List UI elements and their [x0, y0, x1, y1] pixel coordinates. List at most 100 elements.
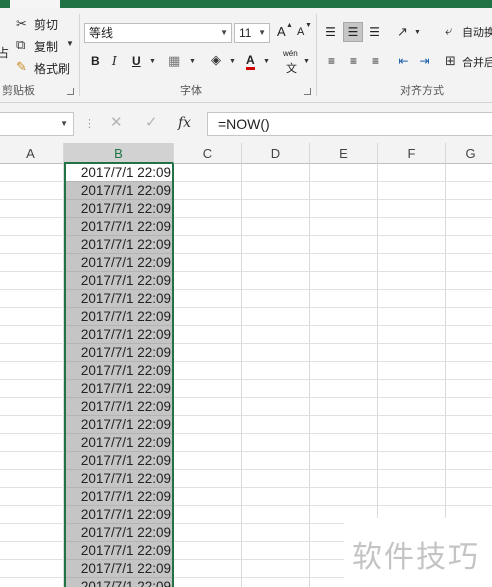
insert-function-button[interactable]: fx: [178, 115, 191, 131]
border-dropdown-icon[interactable]: ▼: [189, 58, 196, 65]
orientation-dropdown-icon[interactable]: ▼: [414, 29, 421, 36]
clipboard-group-label: 剪贴板: [2, 85, 35, 97]
drag-handle-icon[interactable]: ⋮: [84, 117, 95, 130]
chevron-down-icon[interactable]: ▼: [60, 119, 68, 128]
cancel-icon[interactable]: ✕: [110, 113, 123, 131]
phonetic-dropdown-icon[interactable]: ▼: [303, 58, 310, 65]
align-middle-button[interactable]: ☰: [343, 22, 363, 42]
align-center-button[interactable]: ≡: [344, 51, 363, 71]
decrease-indent-icon: ⇤: [398, 54, 409, 68]
cell-b[interactable]: 2017/7/1 22:09: [65, 236, 173, 254]
fill-dropdown-icon[interactable]: ▼: [229, 58, 236, 65]
align-right-icon: ≡: [371, 54, 379, 68]
phonetic-top[interactable]: wén: [283, 49, 298, 58]
font-launcher-icon[interactable]: [304, 88, 311, 95]
cell-b[interactable]: 2017/7/1 22:09: [65, 344, 173, 362]
cell-b[interactable]: 2017/7/1 22:09: [65, 506, 173, 524]
increase-indent-button[interactable]: ⇥: [415, 51, 434, 71]
cell-b[interactable]: 2017/7/1 22:09: [65, 470, 173, 488]
align-left-button[interactable]: ≡: [322, 51, 341, 71]
chevron-down-icon: ▼: [220, 28, 228, 37]
cell-b[interactable]: 2017/7/1 22:09: [65, 182, 173, 200]
paste-label-fragment[interactable]: 占: [0, 44, 9, 61]
bold-button[interactable]: B: [91, 54, 100, 68]
group-divider: [79, 14, 80, 96]
alignment-group-label: 对齐方式: [400, 85, 444, 97]
column-header-c[interactable]: C: [174, 143, 242, 164]
column-header-b[interactable]: B: [64, 143, 174, 164]
cell-b[interactable]: 2017/7/1 22:09: [65, 416, 173, 434]
cell-b[interactable]: 2017/7/1 22:09: [65, 398, 173, 416]
group-divider: [316, 14, 317, 96]
copy-icon[interactable]: ⧉: [16, 38, 25, 51]
copy-dropdown-icon[interactable]: ▼: [66, 40, 74, 48]
align-bottom-button[interactable]: ☰: [365, 22, 384, 42]
italic-button[interactable]: I: [112, 54, 117, 68]
cell-b[interactable]: 2017/7/1 22:09: [65, 362, 173, 380]
align-left-icon: ≡: [327, 54, 335, 68]
chevron-down-icon: ▼: [258, 28, 266, 37]
cell-b[interactable]: 2017/7/1 22:09: [65, 290, 173, 308]
clipboard-launcher-icon[interactable]: [67, 88, 74, 95]
cell-b[interactable]: 2017/7/1 22:09: [65, 272, 173, 290]
watermark: 软件技巧: [344, 518, 492, 587]
font-color-dropdown-icon[interactable]: ▼: [263, 58, 270, 65]
up-caret-icon: ▲: [286, 22, 293, 29]
formula-bar: ▼ ⋮ ✕ ✓ fx =NOW(): [0, 103, 492, 143]
cell-b[interactable]: 2017/7/1 22:09: [65, 308, 173, 326]
ribbon: 占 ✂ 剪切 ⧉ 复制 ▼ ✎ 格式刷 剪贴板 等线 ▼ 11 ▼ A ▲ A …: [0, 8, 492, 103]
underline-button[interactable]: U: [132, 54, 141, 68]
column-header-g[interactable]: G: [446, 143, 492, 164]
align-top-icon: ☰: [325, 25, 336, 39]
column-header-d[interactable]: D: [242, 143, 310, 164]
font-color-button[interactable]: A: [246, 54, 255, 70]
font-name-select[interactable]: 等线 ▼: [84, 23, 232, 43]
fill-color-icon[interactable]: ◈: [211, 53, 221, 66]
phonetic-button[interactable]: 文: [286, 60, 297, 76]
copy-button[interactable]: 复制: [34, 38, 58, 55]
format-painter-icon[interactable]: ✎: [16, 60, 27, 73]
align-bottom-icon: ☰: [369, 25, 380, 39]
cell-b[interactable]: 2017/7/1 22:09: [65, 488, 173, 506]
cell-b[interactable]: 2017/7/1 22:09: [65, 164, 173, 182]
column-header-f[interactable]: F: [378, 143, 446, 164]
column-header-a[interactable]: A: [0, 143, 64, 164]
cell-b[interactable]: 2017/7/1 22:09: [65, 218, 173, 236]
merge-icon[interactable]: ⊞: [445, 54, 456, 67]
border-icon[interactable]: ▦: [168, 54, 180, 67]
cell-b[interactable]: 2017/7/1 22:09: [65, 326, 173, 344]
decrease-indent-button[interactable]: ⇤: [394, 51, 413, 71]
cell-b[interactable]: 2017/7/1 22:09: [65, 434, 173, 452]
cell-b[interactable]: 2017/7/1 22:09: [65, 254, 173, 272]
cell-b[interactable]: 2017/7/1 22:09: [65, 200, 173, 218]
underline-dropdown-icon[interactable]: ▼: [149, 58, 156, 65]
align-middle-icon: ☰: [347, 25, 359, 39]
column-header-e[interactable]: E: [310, 143, 378, 164]
font-group-label: 字体: [180, 85, 202, 97]
orientation-icon[interactable]: ↗: [397, 25, 408, 38]
cell-b[interactable]: 2017/7/1 22:09: [65, 452, 173, 470]
cell-b[interactable]: 2017/7/1 22:09: [65, 542, 173, 560]
cell-b[interactable]: 2017/7/1 22:09: [65, 560, 173, 578]
merge-center-button[interactable]: 合并后: [462, 54, 492, 70]
cell-b[interactable]: 2017/7/1 22:09: [65, 380, 173, 398]
font-size-value: 11: [239, 26, 252, 40]
formula-input[interactable]: =NOW(): [207, 112, 492, 136]
shrink-font-button[interactable]: A: [297, 26, 304, 38]
wrap-text-icon[interactable]: ⤶: [445, 24, 452, 37]
font-size-select[interactable]: 11 ▼: [234, 23, 270, 43]
cut-button[interactable]: 剪切: [34, 16, 58, 33]
tab-highlight: [10, 0, 60, 8]
enter-icon[interactable]: ✓: [145, 113, 158, 131]
cell-b[interactable]: 2017/7/1 22:09: [65, 524, 173, 542]
align-center-icon: ≡: [349, 54, 357, 68]
format-painter-button[interactable]: 格式刷: [34, 60, 70, 77]
font-name-value: 等线: [89, 26, 114, 40]
grow-font-button[interactable]: A: [277, 24, 286, 39]
wrap-text-button[interactable]: 自动换: [462, 24, 492, 40]
align-right-button[interactable]: ≡: [366, 51, 385, 71]
align-top-button[interactable]: ☰: [321, 22, 340, 42]
scissors-icon[interactable]: ✂: [16, 17, 27, 30]
name-box[interactable]: ▼: [0, 112, 74, 136]
cell-b[interactable]: 2017/7/1 22:09: [65, 578, 173, 587]
